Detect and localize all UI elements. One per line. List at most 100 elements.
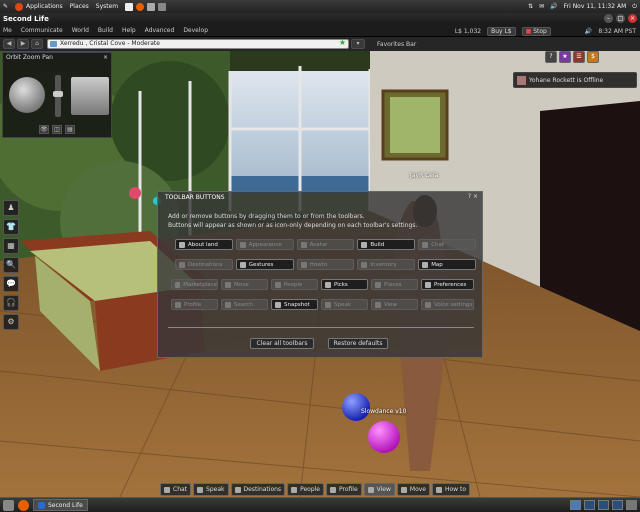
forward-button[interactable]: ▶ [17, 39, 29, 49]
tb-speak[interactable]: Speak [321, 299, 368, 310]
tb-voice-settings[interactable]: Voice settings [421, 299, 474, 310]
pan-control[interactable] [71, 77, 109, 115]
clock[interactable]: Fri Nov 11, 11:32 AM [564, 3, 627, 10]
menu-develop[interactable]: Develop [183, 27, 208, 34]
avatar-nametag-jayr[interactable]: JayR Cela [410, 172, 438, 179]
tb-howto[interactable]: Howto [296, 259, 355, 270]
offline-notification[interactable]: Yohane Rockett is Offline [513, 72, 637, 88]
places-menu[interactable]: Places [70, 3, 89, 10]
menu-advanced[interactable]: Advanced [145, 27, 175, 34]
tb-move[interactable]: Move [221, 279, 268, 290]
firefox-icon[interactable] [136, 2, 145, 11]
menu-world[interactable]: World [72, 27, 89, 34]
menu-build[interactable]: Build [98, 27, 113, 34]
tb-picks[interactable]: Picks [321, 279, 368, 290]
appearance-icon[interactable]: 👕 [3, 219, 19, 235]
show-desktop-icon[interactable] [3, 499, 14, 511]
back-button[interactable]: ◀ [3, 39, 15, 49]
volume-icon[interactable]: 🔊 [585, 28, 592, 35]
favorites-bar[interactable]: Favorites Bar [377, 41, 416, 48]
tb-snapshot[interactable]: Snapshot [271, 299, 318, 310]
volume-icon[interactable]: 🔊 [550, 3, 557, 10]
tb-about-land[interactable]: About land [175, 239, 233, 250]
bottom-howto-button[interactable]: How to [432, 483, 471, 496]
tb-appearance[interactable]: Appearance [235, 239, 294, 250]
launcher-icons[interactable] [125, 2, 169, 11]
location-dropdown-button[interactable]: ▾ [351, 39, 365, 49]
balance[interactable]: L$ 1,032 [455, 28, 481, 35]
tb-build[interactable]: Build [357, 239, 416, 250]
menu-help[interactable]: Help [122, 27, 136, 34]
zoom-slider[interactable] [53, 75, 63, 117]
chat-icon[interactable]: 💬 [3, 276, 19, 292]
workspace-4[interactable] [612, 500, 623, 510]
system-menu[interactable]: System [96, 3, 118, 10]
home-button[interactable]: ⌂ [31, 39, 43, 49]
tb-preferences[interactable]: Preferences [421, 279, 474, 290]
money-icon[interactable]: $ [587, 51, 599, 63]
camera-preset-eye-icon[interactable]: 👁 [39, 125, 49, 134]
workspace-2[interactable] [584, 500, 595, 510]
menu-icon[interactable]: ☰ [573, 51, 585, 63]
close-window-button[interactable]: × [628, 14, 637, 23]
bottom-speak-button[interactable]: Speak [193, 483, 229, 496]
camera-close-button[interactable]: × [103, 54, 108, 61]
tb-destinations[interactable]: Destinations [175, 259, 233, 270]
tb-people[interactable]: People [271, 279, 318, 290]
tb-profile[interactable]: Profile [171, 299, 218, 310]
bottom-move-button[interactable]: Move [396, 483, 430, 496]
orbit-control[interactable] [9, 77, 45, 113]
voice-icon[interactable]: 🎧 [3, 295, 19, 311]
bottom-view-button[interactable]: View [363, 483, 395, 496]
menu-me[interactable]: Me [3, 27, 12, 34]
tb-inventory[interactable]: Inventory [357, 259, 416, 270]
inventory-icon[interactable]: ▦ [3, 238, 19, 254]
tb-search[interactable]: Search [221, 299, 268, 310]
right-toolbar-icons: ? ★ ☰ $ [545, 51, 599, 63]
firefox-icon[interactable] [18, 499, 29, 511]
bottom-destinations-button[interactable]: Destinations [230, 483, 286, 496]
camera-mode-list-icon[interactable]: ▤ [65, 125, 75, 134]
mail-icon[interactable]: ✉ [539, 3, 544, 10]
location-input[interactable]: Xerredu , Cristal Cove - Moderate ★ [47, 39, 349, 49]
applications-menu[interactable]: Applications [15, 2, 63, 11]
trash-icon[interactable] [626, 500, 637, 510]
favorite-icon[interactable]: ★ [559, 51, 571, 63]
files-icon[interactable] [158, 2, 167, 11]
zoom-slider-handle[interactable] [53, 91, 63, 97]
tb-avatar[interactable]: Avatar [296, 239, 355, 250]
settings-icon[interactable]: ⚙ [3, 314, 19, 330]
folder-icon[interactable] [147, 2, 156, 11]
menu-communicate[interactable]: Communicate [21, 27, 63, 34]
people-icon[interactable]: ♟ [3, 200, 19, 216]
restore-defaults-button[interactable]: Restore defaults [328, 338, 388, 349]
maximize-button[interactable]: □ [616, 14, 625, 23]
tb-view[interactable]: View [371, 299, 418, 310]
help-icon[interactable]: ? [545, 51, 557, 63]
bottom-chat-button[interactable]: Chat [160, 483, 192, 496]
network-icon[interactable]: ⇅ [528, 3, 533, 10]
workspace-1[interactable] [570, 500, 581, 510]
stop-button[interactable]: ■ Stop [521, 26, 551, 36]
taskbar-second-life[interactable]: Second Life [33, 499, 88, 511]
object-nametag-slowdance[interactable]: Slowdance v10 [361, 408, 406, 415]
tb-chat[interactable]: Chat [418, 239, 476, 250]
favorite-star-icon[interactable]: ★ [339, 39, 346, 47]
search-icon[interactable]: 🔍 [3, 257, 19, 273]
bottom-profile-button[interactable]: Profile [326, 483, 362, 496]
power-icon[interactable]: ⏻ [632, 3, 637, 11]
clear-all-toolbars-button[interactable]: Clear all toolbars [250, 338, 314, 349]
minimize-button[interactable]: – [604, 14, 613, 23]
workspace-3[interactable] [598, 500, 609, 510]
buy-currency-button[interactable]: Buy L$ [487, 26, 516, 36]
dialog-help-close-buttons[interactable]: ? × [468, 193, 478, 200]
tb-gestures[interactable]: Gestures [235, 259, 294, 270]
tb-places[interactable]: Places [371, 279, 418, 290]
bottom-people-button[interactable]: People [287, 483, 324, 496]
terminal-icon[interactable] [125, 2, 134, 11]
tb-map[interactable]: Map [418, 259, 476, 270]
camera-mode-object-icon[interactable]: ◫ [52, 125, 62, 134]
pencil-icon[interactable]: ✎ [3, 3, 8, 10]
preferences-icon [425, 281, 431, 288]
tb-marketplace[interactable]: Marketplace [171, 279, 218, 290]
